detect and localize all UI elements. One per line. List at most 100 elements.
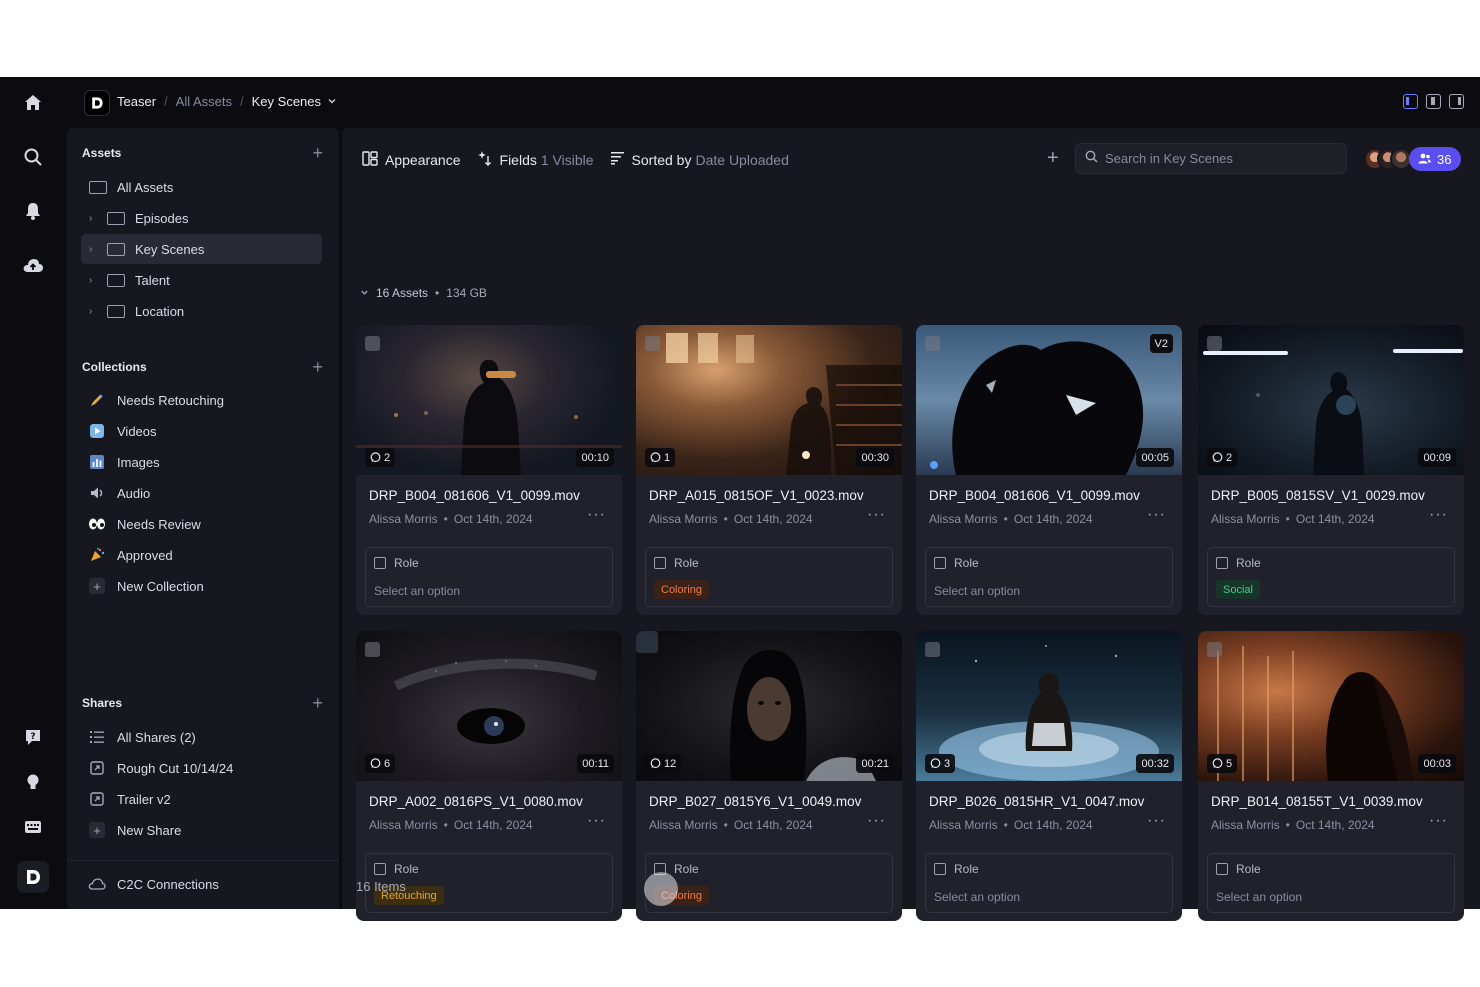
left-panel-toggle-icon[interactable] [1403, 94, 1418, 109]
upload-cloud-icon[interactable] [19, 252, 47, 280]
file-name[interactable]: DRP_B027_0815Y6_V1_0049.mov [649, 794, 861, 809]
role-field[interactable]: Role Coloring [645, 853, 893, 913]
share-rough-cut[interactable]: Rough Cut 10/14/24 [81, 753, 322, 783]
role-field[interactable]: Role Select an option [925, 853, 1173, 913]
asset-card[interactable]: 2 00:09 DRP_B005_0815SV_V1_0029.mov Alis… [1198, 325, 1464, 615]
chevron-right-icon[interactable]: › [89, 275, 99, 286]
select-checkbox[interactable] [925, 642, 940, 657]
file-name[interactable]: DRP_B005_0815SV_V1_0029.mov [1211, 488, 1425, 503]
asset-thumbnail[interactable]: 2 00:09 [1198, 325, 1464, 475]
sidebar-item-episodes[interactable]: › Episodes [81, 203, 322, 233]
role-tag[interactable]: Social [1216, 580, 1260, 599]
file-name[interactable]: DRP_B014_08155T_V1_0039.mov [1211, 794, 1423, 809]
role-tag[interactable]: Coloring [654, 580, 709, 599]
file-name[interactable]: DRP_A015_0815OF_V1_0023.mov [649, 488, 864, 503]
file-name[interactable]: DRP_B004_081606_V1_0099.mov [369, 488, 580, 503]
role-placeholder[interactable]: Select an option [934, 584, 1020, 598]
comment-count-badge[interactable]: 6 [365, 754, 396, 773]
collection-approved[interactable]: Approved [81, 540, 322, 570]
asset-thumbnail[interactable]: 12 00:21 [636, 631, 902, 781]
comment-count-badge[interactable]: 2 [1207, 448, 1238, 467]
select-checkbox[interactable] [925, 336, 940, 351]
version-badge[interactable]: V2 [1149, 334, 1173, 353]
collection-images[interactable]: Images [81, 447, 322, 477]
help-icon[interactable]: ? [19, 723, 47, 751]
chevron-down-icon[interactable] [360, 286, 369, 300]
more-options-icon[interactable]: ··· [587, 812, 606, 830]
comment-count-badge[interactable]: 5 [1207, 754, 1238, 773]
sidebar-item-talent[interactable]: › Talent [81, 265, 322, 295]
more-options-icon[interactable]: ··· [1429, 506, 1448, 524]
select-checkbox[interactable] [365, 642, 380, 657]
comment-count-badge[interactable]: 12 [645, 754, 682, 773]
comment-count-badge[interactable]: 3 [925, 754, 956, 773]
role-placeholder[interactable]: Select an option [374, 584, 460, 598]
new-collection-button[interactable]: + New Collection [81, 571, 322, 601]
select-checkbox[interactable] [645, 336, 660, 351]
role-field[interactable]: Role Select an option [1207, 853, 1455, 913]
asset-thumbnail[interactable]: 3 00:32 [916, 631, 1182, 781]
role-field[interactable]: Role Select an option [365, 547, 613, 607]
collection-needs-review[interactable]: Needs Review [81, 509, 322, 539]
new-share-button[interactable]: + New Share [81, 815, 322, 845]
role-field[interactable]: Role Social [1207, 547, 1455, 607]
add-share-plus-icon[interactable]: + [312, 694, 323, 712]
asset-card[interactable]: 2 00:10 DRP_B004_081606_V1_0099.mov Alis… [356, 325, 622, 615]
sidebar-item-key-scenes[interactable]: › Key Scenes [81, 234, 322, 264]
breadcrumb-project[interactable]: Teaser [117, 94, 156, 109]
more-options-icon[interactable]: ··· [1429, 812, 1448, 830]
share-trailer-v2[interactable]: Trailer v2 [81, 784, 322, 814]
chevron-right-icon[interactable]: › [89, 244, 99, 255]
file-name[interactable]: DRP_B004_081606_V1_0099.mov [929, 488, 1140, 503]
asset-thumbnail[interactable]: 6 00:11 [356, 631, 622, 781]
center-panel-toggle-icon[interactable] [1426, 94, 1441, 109]
asset-card[interactable]: 3 00:32 DRP_B026_0815HR_V1_0047.mov Alis… [916, 631, 1182, 921]
sidebar-item-all-assets[interactable]: All Assets [81, 172, 322, 202]
role-placeholder[interactable]: Select an option [934, 890, 1020, 904]
asset-thumbnail[interactable]: 1 00:30 [636, 325, 902, 475]
home-icon[interactable] [19, 89, 47, 117]
search-icon[interactable] [19, 143, 47, 171]
collection-videos[interactable]: Videos [81, 416, 322, 446]
asset-card[interactable]: 1 00:30 DRP_A015_0815OF_V1_0023.mov Alis… [636, 325, 902, 615]
asset-card[interactable]: V2 00:05 DRP_B004_081606_V1_0099.mov Ali… [916, 325, 1182, 615]
add-button-plus-icon[interactable]: + [1047, 148, 1059, 168]
sidebar-item-location[interactable]: › Location [81, 296, 322, 326]
search-box[interactable] [1075, 143, 1347, 174]
comment-count-badge[interactable]: 2 [365, 448, 396, 467]
asset-thumbnail[interactable]: V2 00:05 [916, 325, 1182, 475]
asset-card[interactable]: 5 00:03 DRP_B014_08155T_V1_0039.mov Alis… [1198, 631, 1464, 921]
breadcrumb-current[interactable]: Key Scenes [252, 94, 321, 109]
comment-count-badge[interactable]: 1 [645, 448, 676, 467]
asset-card[interactable]: 12 00:21 DRP_B027_0815Y6_V1_0049.mov Ali… [636, 631, 902, 921]
share-all-shares[interactable]: All Shares (2) [81, 722, 322, 752]
add-asset-plus-icon[interactable]: + [312, 144, 323, 162]
asset-thumbnail[interactable]: 5 00:03 [1198, 631, 1464, 781]
c2c-connections[interactable]: C2C Connections [81, 869, 322, 899]
breadcrumb-parent[interactable]: All Assets [176, 94, 232, 109]
role-placeholder[interactable]: Select an option [1216, 890, 1302, 904]
add-collection-plus-icon[interactable]: + [312, 358, 323, 376]
search-input[interactable] [1105, 151, 1335, 166]
project-logo[interactable] [84, 90, 110, 116]
right-panel-toggle-icon[interactable] [1449, 94, 1464, 109]
file-name[interactable]: DRP_A002_0816PS_V1_0080.mov [369, 794, 583, 809]
asset-thumbnail[interactable]: 2 00:10 [356, 325, 622, 475]
more-options-icon[interactable]: ··· [867, 506, 886, 524]
more-options-icon[interactable]: ··· [1147, 506, 1166, 524]
role-field[interactable]: Role Coloring [645, 547, 893, 607]
select-checkbox[interactable] [1207, 336, 1222, 351]
more-options-icon[interactable]: ··· [587, 506, 606, 524]
keyboard-icon[interactable] [19, 813, 47, 841]
bell-icon[interactable] [19, 197, 47, 225]
lightbulb-icon[interactable] [19, 768, 47, 796]
asset-card[interactable]: 6 00:11 DRP_A002_0816PS_V1_0080.mov Alis… [356, 631, 622, 921]
collection-needs-retouching[interactable]: Needs Retouching [81, 385, 322, 415]
sort-button[interactable]: Sorted by Date Uploaded [610, 151, 789, 168]
chevron-right-icon[interactable]: › [89, 306, 99, 317]
appearance-button[interactable]: Appearance [362, 150, 461, 169]
more-options-icon[interactable]: ··· [1147, 812, 1166, 830]
select-checkbox[interactable] [1207, 642, 1222, 657]
fields-button[interactable]: Fields 1 Visible [477, 150, 594, 169]
chevron-right-icon[interactable]: › [89, 213, 99, 224]
